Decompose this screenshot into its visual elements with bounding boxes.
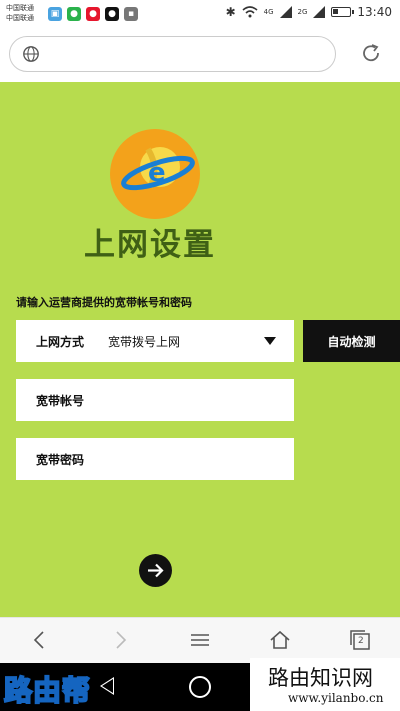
- wechat-icon: ●: [67, 7, 81, 21]
- carrier-label: 中国联通: [6, 14, 34, 22]
- browser-navbar: 2: [0, 617, 400, 663]
- carrier-label: 中国联通: [6, 4, 34, 12]
- watermark-right: 路由知识网 www.yilanbo.cn: [250, 658, 400, 711]
- next-button[interactable]: [139, 554, 172, 587]
- router-setup-page: e 上网设置 请输入运营商提供的宽带帐号和密码 上网方式 宽带拨号上网 自动检测…: [0, 82, 400, 617]
- weibo-icon: ●: [86, 7, 100, 21]
- qq-icon: ●: [105, 7, 119, 21]
- watermark-title: 路由知识网: [268, 666, 373, 690]
- home-icon[interactable]: [268, 628, 292, 652]
- broadband-account-input[interactable]: 宽带帐号: [16, 379, 294, 421]
- connection-mode-label: 上网方式: [36, 335, 85, 349]
- wifi-icon: [242, 6, 258, 18]
- svg-text:e: e: [148, 158, 166, 188]
- bluetooth-icon: ✱: [225, 5, 236, 19]
- page-title: 上网设置: [84, 227, 216, 263]
- tabs-button[interactable]: 2: [348, 628, 372, 652]
- clock: 13:40: [357, 5, 392, 19]
- connection-mode-select[interactable]: 上网方式 宽带拨号上网: [16, 320, 294, 362]
- reload-icon[interactable]: [360, 42, 382, 64]
- watermark-url: www.yilanbo.cn: [288, 691, 384, 705]
- status-right: ✱ 4G 2G 13:40: [226, 5, 392, 19]
- browser-toolbar: [0, 30, 400, 82]
- router-logo: e: [110, 129, 200, 219]
- globe-icon: [23, 46, 39, 62]
- signal-icon: [279, 6, 292, 18]
- broadband-password-placeholder: 宽带密码: [36, 453, 85, 467]
- carrier-info: 中国联通 中国联通: [6, 3, 34, 23]
- system-home-icon[interactable]: [189, 676, 211, 698]
- back-icon[interactable]: [28, 628, 52, 652]
- watermark-text: 路由帮: [3, 673, 92, 708]
- instruction-text: 请输入运营商提供的宽带帐号和密码: [16, 296, 192, 309]
- arrow-right-icon: [148, 563, 164, 578]
- auto-detect-button[interactable]: 自动检测: [303, 320, 400, 362]
- app-notification-icon: ▣: [48, 7, 62, 21]
- broadband-account-placeholder: 宽带帐号: [36, 394, 85, 408]
- network-type-label: 2G: [297, 8, 308, 16]
- battery-icon: [331, 7, 355, 17]
- dropdown-arrow-icon: [264, 337, 276, 345]
- status-bar: 中国联通 中国联通 ▣ ● ● ● ▪ ✱ 4G 2G 13:40: [0, 0, 400, 30]
- address-bar[interactable]: [9, 36, 336, 72]
- system-back-icon[interactable]: [100, 677, 114, 695]
- tab-count: 2: [358, 636, 364, 646]
- signal-icon: [313, 6, 326, 18]
- forward-icon[interactable]: [108, 628, 132, 652]
- broadband-password-input[interactable]: 宽带密码: [16, 438, 294, 480]
- menu-icon[interactable]: [188, 628, 212, 652]
- notification-icons: ▣ ● ● ● ▪: [48, 7, 138, 21]
- watermark-left: 路由帮: [0, 663, 100, 711]
- connection-mode-value: 宽带拨号上网: [108, 335, 181, 349]
- image-icon: ▪: [124, 7, 138, 21]
- network-type-label: 4G: [263, 8, 274, 16]
